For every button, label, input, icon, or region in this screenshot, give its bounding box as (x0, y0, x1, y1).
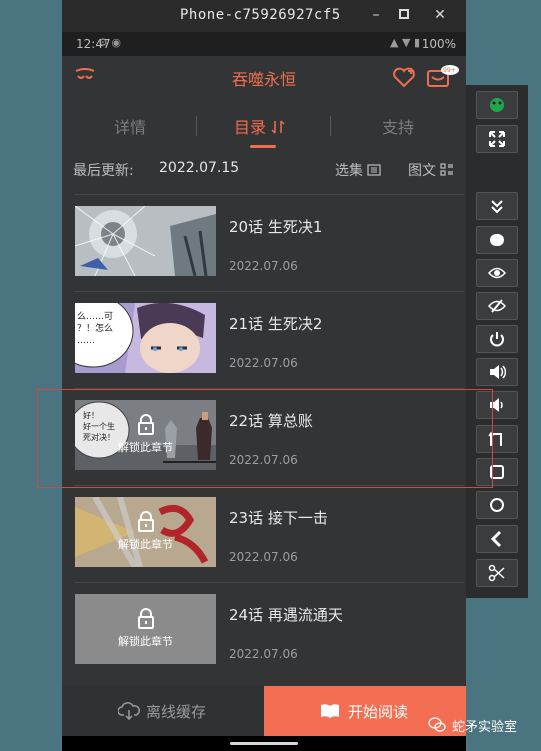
divider (74, 582, 464, 583)
tab-support[interactable]: 支持 (382, 114, 414, 138)
chapter-thumbnail: 解锁此章节 (75, 497, 216, 567)
chapter-row[interactable]: 好！ 好一个生 死对决！ 解锁此章节 22话 算总账 2022.07.06 (62, 390, 466, 487)
signal-wifi-icon: ▲ ▼ ▮ (390, 36, 420, 49)
list-icon (367, 164, 382, 176)
divider (74, 485, 464, 486)
select-episodes-button[interactable]: 选集 (335, 160, 382, 180)
comment-icon[interactable]: 99+ (426, 64, 460, 94)
chapter-thumbnail (75, 206, 216, 276)
last-update-label: 最后更新: (73, 163, 134, 179)
minimize-icon[interactable]: – (367, 6, 385, 24)
volume-down-icon[interactable] (476, 391, 518, 419)
window-title: Phone-c75926927cf5 (180, 7, 341, 23)
power-icon[interactable] (476, 325, 518, 353)
favorite-add-icon[interactable] (392, 66, 416, 92)
unlock-overlay: 解锁此章节 (75, 608, 216, 649)
chapter-row[interactable]: 20话 生死决1 2022.07.06 (62, 196, 466, 293)
chapter-date: 2022.07.06 (229, 550, 298, 564)
tab-catalog-label: 目录 (234, 118, 267, 137)
system-nav-bar (62, 736, 466, 751)
unlock-label: 解锁此章节 (118, 538, 173, 551)
overview-square-icon[interactable] (476, 458, 518, 486)
close-icon[interactable]: ✕ (431, 6, 449, 24)
unlock-label: 解锁此章节 (118, 441, 173, 454)
chapter-title: 20话 生死决1 (229, 218, 323, 236)
maximize-icon[interactable] (395, 6, 413, 24)
last-update-date: 2022.07.15 (159, 160, 240, 176)
book-icon (321, 704, 339, 718)
sort-icon[interactable] (271, 119, 285, 135)
offline-cache-button[interactable]: 离线缓存 (62, 686, 264, 736)
update-info-row: 最后更新: 2022.07.15 选集 图文 (62, 152, 466, 186)
app-logo-icon[interactable] (476, 91, 518, 119)
lock-icon (137, 511, 154, 532)
tab-divider (196, 116, 197, 136)
home-circle-icon[interactable] (476, 491, 518, 519)
fullscreen-icon[interactable] (476, 125, 518, 153)
notification-icons: ⚙ ◉ (98, 36, 121, 49)
tab-details[interactable]: 详情 (114, 114, 146, 138)
eye-icon[interactable] (476, 259, 518, 287)
start-reading-label: 开始阅读 (348, 703, 409, 721)
app-header: 吞噬永恒 99+ (62, 56, 466, 98)
record-stop-icon[interactable] (476, 226, 518, 254)
volume-up-icon[interactable] (476, 358, 518, 386)
bottom-action-bar: 离线缓存 开始阅读 (62, 686, 466, 736)
eye-off-icon[interactable] (476, 292, 518, 320)
unlock-label: 解锁此章节 (118, 635, 173, 648)
chapter-date: 2022.07.06 (229, 259, 298, 273)
chapter-title: 23话 接下一击 (229, 509, 328, 527)
speech-bubble-text: 么……可 ？！怎么 …… (77, 312, 114, 346)
grid-list-icon (440, 163, 454, 176)
chapter-thumbnail: 好！ 好一个生 死对决！ 解锁此章节 (75, 400, 216, 470)
home-gesture-handle[interactable] (230, 742, 298, 745)
cloud-download-icon (118, 702, 140, 720)
wechat-icon (428, 717, 446, 732)
screenshot-scissors-icon[interactable] (476, 559, 518, 587)
offline-cache-label: 离线缓存 (146, 703, 207, 721)
back-arrow-icon[interactable] (476, 525, 518, 553)
battery-level: 100% (421, 37, 456, 51)
chapter-title: 22话 算总账 (229, 412, 313, 430)
chapter-title: 21话 生死决2 (229, 315, 323, 333)
divider (74, 388, 464, 389)
tab-catalog[interactable]: 目录 (234, 114, 285, 138)
chapter-date: 2022.07.06 (229, 647, 298, 661)
chapter-date: 2022.07.06 (229, 453, 298, 467)
emulator-title-bar: Phone-c75926927cf5 – ✕ (62, 0, 466, 32)
divider (74, 194, 464, 195)
phone-screen: 12:47 ⚙ ◉ ▲ ▼ ▮ 100% 吞噬永恒 99+ 详情 目录 支持 最… (62, 32, 466, 751)
unlock-overlay: 解锁此章节 (75, 511, 216, 552)
chapter-row[interactable]: 么……可 ？！怎么 …… 21话 生死决2 2022.07.06 (62, 293, 466, 390)
chapter-date: 2022.07.06 (229, 356, 298, 370)
active-tab-indicator (250, 145, 276, 148)
comment-badge: 99+ (443, 67, 456, 74)
chapter-title: 24话 再遇流通天 (229, 606, 343, 624)
collapse-chevrons-icon[interactable] (476, 192, 518, 220)
tab-divider (330, 116, 331, 136)
lock-icon (137, 608, 154, 629)
select-episodes-label: 选集 (335, 163, 363, 179)
view-mode-button[interactable]: 图文 (408, 160, 454, 180)
unlock-overlay: 解锁此章节 (75, 414, 216, 455)
chapter-thumbnail: 么……可 ？！怎么 …… (75, 303, 216, 373)
lock-icon (137, 414, 154, 435)
status-bar: 12:47 ⚙ ◉ ▲ ▼ ▮ 100% (62, 32, 466, 56)
watermark-text: 蛇矛实验室 (452, 720, 518, 735)
chapter-row[interactable]: 解锁此章节 23话 接下一击 2022.07.06 (62, 487, 466, 584)
view-mode-label: 图文 (408, 163, 436, 179)
chapter-thumbnail: 解锁此章节 (75, 594, 216, 664)
rotate-icon[interactable] (476, 425, 518, 453)
divider (74, 291, 464, 292)
tab-bar: 详情 目录 支持 (62, 104, 466, 148)
chapter-row[interactable]: 解锁此章节 24话 再遇流通天 2022.07.06 (62, 584, 466, 681)
emulator-toolbar (466, 85, 528, 598)
